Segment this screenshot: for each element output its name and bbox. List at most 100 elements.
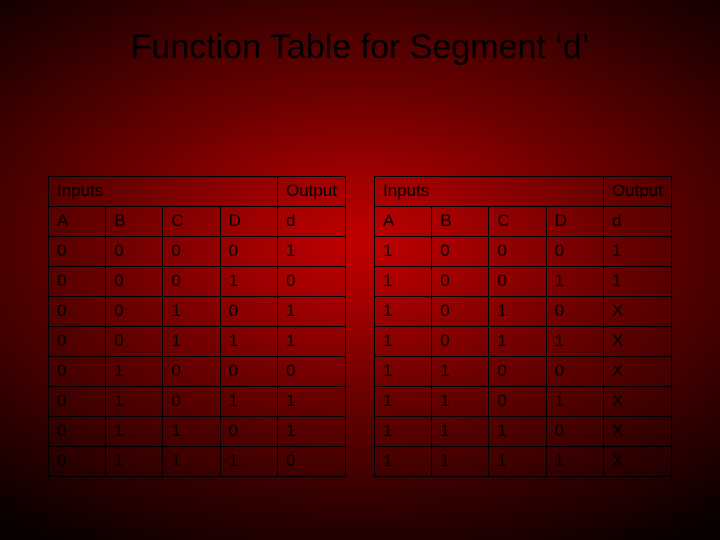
cell: 1 [220, 267, 277, 297]
cell: 1 [375, 327, 432, 357]
table-row: 10011 [375, 267, 672, 297]
cell: 0 [432, 297, 489, 327]
cell: 0 [489, 237, 546, 267]
cell: 0 [220, 237, 277, 267]
cell: 1 [546, 267, 603, 297]
cell: 1 [220, 387, 277, 417]
col-header: B [432, 207, 489, 237]
slide: Function Table for Segment ‘d’ Inputs Ou… [0, 0, 720, 540]
cell: 0 [432, 267, 489, 297]
cell: 0 [220, 297, 277, 327]
cell: 1 [432, 417, 489, 447]
cell: 0 [49, 297, 106, 327]
inputs-header: Inputs [375, 177, 604, 207]
cell: 0 [220, 357, 277, 387]
table-row: 1110X [375, 417, 672, 447]
cell: 1 [277, 237, 345, 267]
output-header: Output [603, 177, 671, 207]
inputs-header: Inputs [49, 177, 278, 207]
cell: 1 [603, 267, 671, 297]
truth-table-right: Inputs Output A B C D d 10001 10011 1010… [374, 176, 672, 477]
table-row: 01110 [49, 447, 346, 477]
cell: 1 [277, 417, 345, 447]
cell: 0 [163, 237, 220, 267]
truth-table-left: Inputs Output A B C D d 00001 00010 0010… [48, 176, 346, 477]
cell: 1 [375, 447, 432, 477]
cell: 1 [546, 387, 603, 417]
col-header: C [489, 207, 546, 237]
table-header-row: A B C D d [375, 207, 672, 237]
cell: 1 [603, 237, 671, 267]
table-row: 00111 [49, 327, 346, 357]
table-row: 00101 [49, 297, 346, 327]
cell: 0 [277, 357, 345, 387]
cell: 0 [489, 357, 546, 387]
col-header: d [277, 207, 345, 237]
cell: 0 [432, 237, 489, 267]
output-header: Output [277, 177, 345, 207]
cell: 1 [375, 357, 432, 387]
cell: X [603, 387, 671, 417]
cell: X [603, 357, 671, 387]
cell: 1 [432, 447, 489, 477]
cell: 1 [489, 417, 546, 447]
cell: 0 [546, 357, 603, 387]
cell: 0 [106, 327, 163, 357]
cell: 1 [375, 267, 432, 297]
cell: X [603, 327, 671, 357]
cell: 1 [106, 417, 163, 447]
cell: 1 [432, 357, 489, 387]
cell: 1 [375, 237, 432, 267]
cell: X [603, 297, 671, 327]
col-header: C [163, 207, 220, 237]
cell: X [603, 447, 671, 477]
cell: 0 [106, 237, 163, 267]
cell: 1 [489, 447, 546, 477]
tables-container: Inputs Output A B C D d 00001 00010 0010… [48, 176, 672, 477]
cell: 0 [163, 267, 220, 297]
table-header-group-row: Inputs Output [49, 177, 346, 207]
cell: 0 [489, 267, 546, 297]
cell: 1 [546, 447, 603, 477]
cell: 0 [106, 297, 163, 327]
col-header: B [106, 207, 163, 237]
cell: 0 [546, 297, 603, 327]
cell: 0 [277, 267, 345, 297]
cell: 1 [106, 447, 163, 477]
cell: 1 [277, 297, 345, 327]
cell: 1 [375, 297, 432, 327]
cell: 1 [432, 387, 489, 417]
cell: 1 [375, 387, 432, 417]
table-row: 01101 [49, 417, 346, 447]
cell: 0 [49, 237, 106, 267]
cell: 0 [546, 237, 603, 267]
cell: 1 [106, 357, 163, 387]
cell: 1 [546, 327, 603, 357]
col-header: A [375, 207, 432, 237]
table-row: 1011X [375, 327, 672, 357]
cell: 0 [220, 417, 277, 447]
cell: 1 [163, 417, 220, 447]
cell: 0 [106, 267, 163, 297]
cell: 0 [49, 387, 106, 417]
col-header: d [603, 207, 671, 237]
table-row: 1100X [375, 357, 672, 387]
cell: 0 [546, 417, 603, 447]
cell: 1 [220, 327, 277, 357]
table-row: 10001 [375, 237, 672, 267]
col-header: D [220, 207, 277, 237]
cell: 1 [163, 447, 220, 477]
cell: X [603, 417, 671, 447]
col-header: D [546, 207, 603, 237]
table-header-group-row: Inputs Output [375, 177, 672, 207]
cell: 1 [375, 417, 432, 447]
cell: 1 [106, 387, 163, 417]
table-header-row: A B C D d [49, 207, 346, 237]
table-row: 1101X [375, 387, 672, 417]
cell: 0 [163, 357, 220, 387]
cell: 0 [49, 417, 106, 447]
cell: 1 [163, 297, 220, 327]
cell: 1 [220, 447, 277, 477]
cell: 0 [432, 327, 489, 357]
cell: 0 [163, 387, 220, 417]
